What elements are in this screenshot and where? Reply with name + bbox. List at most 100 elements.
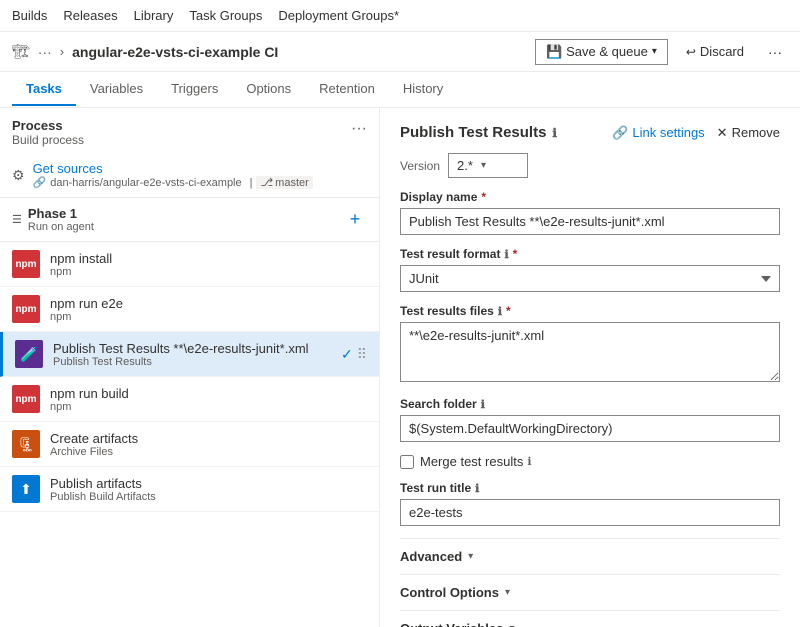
top-nav-item-releases[interactable]: Releases: [63, 4, 117, 27]
get-sources-item[interactable]: ⚙ Get sources 🔗 dan-harris/angular-e2e-v…: [0, 153, 379, 198]
link-icon: 🔗: [612, 125, 628, 141]
advanced-collapsible[interactable]: Advanced ▾: [400, 538, 780, 574]
discard-button[interactable]: ↩ Discard: [676, 40, 754, 63]
test-result-format-info-icon[interactable]: ℹ: [504, 248, 508, 261]
repo-icon: 🔗: [33, 176, 47, 189]
get-sources-repo: dan-harris/angular-e2e-vsts-ci-example: [50, 177, 241, 189]
process-header: Process Build process ···: [0, 108, 379, 153]
test-results-files-label-text: Test results files: [400, 304, 494, 318]
test-results-files-info-icon[interactable]: ℹ: [498, 305, 502, 318]
tab-history[interactable]: History: [389, 73, 457, 106]
save-icon: 💾: [546, 44, 562, 60]
output-variables-collapsible[interactable]: Output Variables ▾: [400, 610, 780, 627]
output-variables-label: Output Variables: [400, 621, 503, 627]
task-info-icon[interactable]: ℹ: [552, 126, 557, 140]
branch-icon: |: [250, 177, 253, 189]
merge-test-results-label: Merge test results ℹ: [420, 454, 532, 469]
task-title-npm-run-build: npm run build: [50, 386, 357, 401]
remove-icon: ✕: [717, 125, 728, 141]
merge-test-results-label-text: Merge test results: [420, 454, 523, 469]
tab-bar: Tasks Variables Triggers Options Retenti…: [0, 72, 800, 108]
task-title-publish-test-results: Publish Test Results **\e2e-results-juni…: [53, 341, 331, 356]
display-name-label: Display name: [400, 190, 780, 204]
phase-header: ☰ Phase 1 Run on agent +: [0, 198, 379, 242]
tab-triggers[interactable]: Triggers: [157, 73, 232, 106]
tab-variables[interactable]: Variables: [76, 73, 157, 106]
advanced-label: Advanced: [400, 549, 462, 564]
right-title: Publish Test Results ℹ: [400, 124, 557, 141]
left-panel: Process Build process ··· ⚙ Get sources …: [0, 108, 380, 627]
version-label: Version: [400, 159, 440, 173]
task-sub-npm-run-build: npm: [50, 401, 357, 413]
task-content-npm-run-build: npm run buildnpm: [50, 386, 357, 413]
remove-button[interactable]: ✕ Remove: [717, 125, 780, 141]
task-actions-publish-test-results: ✓⠿: [341, 346, 367, 363]
search-folder-info-icon[interactable]: ℹ: [481, 398, 485, 411]
task-sub-create-artifacts: Archive Files: [50, 446, 357, 458]
save-queue-button[interactable]: 💾 Save & queue ▾: [535, 39, 668, 65]
top-nav-item-library[interactable]: Library: [134, 4, 174, 27]
tab-tasks[interactable]: Tasks: [12, 73, 76, 106]
add-task-button[interactable]: +: [343, 208, 367, 232]
get-sources-branch: master: [275, 177, 309, 189]
test-run-title-input[interactable]: [400, 499, 780, 526]
remove-label: Remove: [732, 125, 780, 140]
tab-options[interactable]: Options: [232, 73, 305, 106]
get-sources-sub: 🔗 dan-harris/angular-e2e-vsts-ci-example…: [33, 176, 313, 189]
task-check-icon-publish-test-results: ✓: [341, 346, 353, 363]
branch-pill: ⎇ master: [256, 176, 312, 189]
test-results-files-label: Test results files ℹ: [400, 304, 780, 318]
more-options-button[interactable]: ···: [762, 40, 788, 64]
save-queue-arrow: ▾: [652, 46, 657, 57]
task-item-publish-test-results[interactable]: 🧪Publish Test Results **\e2e-results-jun…: [0, 332, 379, 377]
task-item-npm-run-e2e[interactable]: npmnpm run e2enpm: [0, 287, 379, 332]
task-title-publish-artifacts: Publish artifacts: [50, 476, 357, 491]
right-panel: Publish Test Results ℹ 🔗 Link settings ✕…: [380, 108, 800, 627]
task-sub-npm-install: npm: [50, 266, 357, 278]
task-icon-npm-install: npm: [12, 250, 40, 278]
task-item-npm-install[interactable]: npmnpm installnpm: [0, 242, 379, 287]
top-nav-item-deploymentgroups[interactable]: Deployment Groups*: [278, 4, 399, 27]
link-settings-label: Link settings: [632, 125, 704, 140]
main-layout: Process Build process ··· ⚙ Get sources …: [0, 108, 800, 627]
link-settings-button[interactable]: 🔗 Link settings: [612, 125, 704, 141]
task-content-npm-install: npm installnpm: [50, 251, 357, 278]
search-folder-label-text: Search folder: [400, 397, 477, 411]
undo-icon: ↩: [686, 45, 696, 59]
search-folder-input[interactable]: [400, 415, 780, 442]
branch-fork-icon: ⎇: [260, 176, 273, 189]
test-run-title-group: Test run title ℹ: [400, 481, 780, 526]
test-result-format-select[interactable]: JUnit NUnit VSTest xUnit CTest: [400, 265, 780, 292]
top-nav-item-taskgroups[interactable]: Task Groups: [189, 4, 262, 27]
task-item-publish-artifacts[interactable]: ⬆Publish artifactsPublish Build Artifact…: [0, 467, 379, 512]
merge-test-results-info-icon[interactable]: ℹ: [527, 455, 531, 468]
tab-retention[interactable]: Retention: [305, 73, 389, 106]
save-queue-label: Save & queue: [566, 44, 648, 59]
version-select[interactable]: 2.* ▾: [448, 153, 528, 178]
control-options-arrow-icon: ▾: [505, 587, 510, 598]
top-nav-item-builds[interactable]: Builds: [12, 4, 47, 27]
task-item-npm-run-build[interactable]: npmnpm run buildnpm: [0, 377, 379, 422]
get-sources-title[interactable]: Get sources: [33, 161, 313, 176]
task-sub-npm-run-e2e: npm: [50, 311, 357, 323]
test-result-format-label-text: Test result format: [400, 247, 500, 261]
control-options-label: Control Options: [400, 585, 499, 600]
display-name-input[interactable]: [400, 208, 780, 235]
version-row: Version 2.* ▾: [400, 153, 780, 178]
merge-test-results-checkbox[interactable]: [400, 455, 414, 469]
test-run-title-info-icon[interactable]: ℹ: [475, 482, 479, 495]
test-results-files-input[interactable]: **\e2e-results-junit*.xml: [400, 322, 780, 382]
process-options-button[interactable]: ···: [351, 120, 367, 138]
task-item-create-artifacts[interactable]: 🗜Create artifactsArchive Files: [0, 422, 379, 467]
control-options-collapsible[interactable]: Control Options ▾: [400, 574, 780, 610]
task-drag-handle-publish-test-results[interactable]: ⠿: [357, 346, 367, 363]
task-content-publish-test-results: Publish Test Results **\e2e-results-juni…: [53, 341, 331, 368]
task-content-publish-artifacts: Publish artifactsPublish Build Artifacts: [50, 476, 357, 503]
task-icon-npm-run-build: npm: [12, 385, 40, 413]
task-title-npm-run-e2e: npm run e2e: [50, 296, 357, 311]
pipeline-icon: 🏗: [12, 43, 30, 60]
pipeline-title: angular-e2e-vsts-ci-example CI: [72, 44, 527, 60]
display-name-group: Display name: [400, 190, 780, 235]
right-header-actions: 🔗 Link settings ✕ Remove: [612, 125, 780, 141]
ellipsis-menu[interactable]: ···: [38, 44, 52, 60]
